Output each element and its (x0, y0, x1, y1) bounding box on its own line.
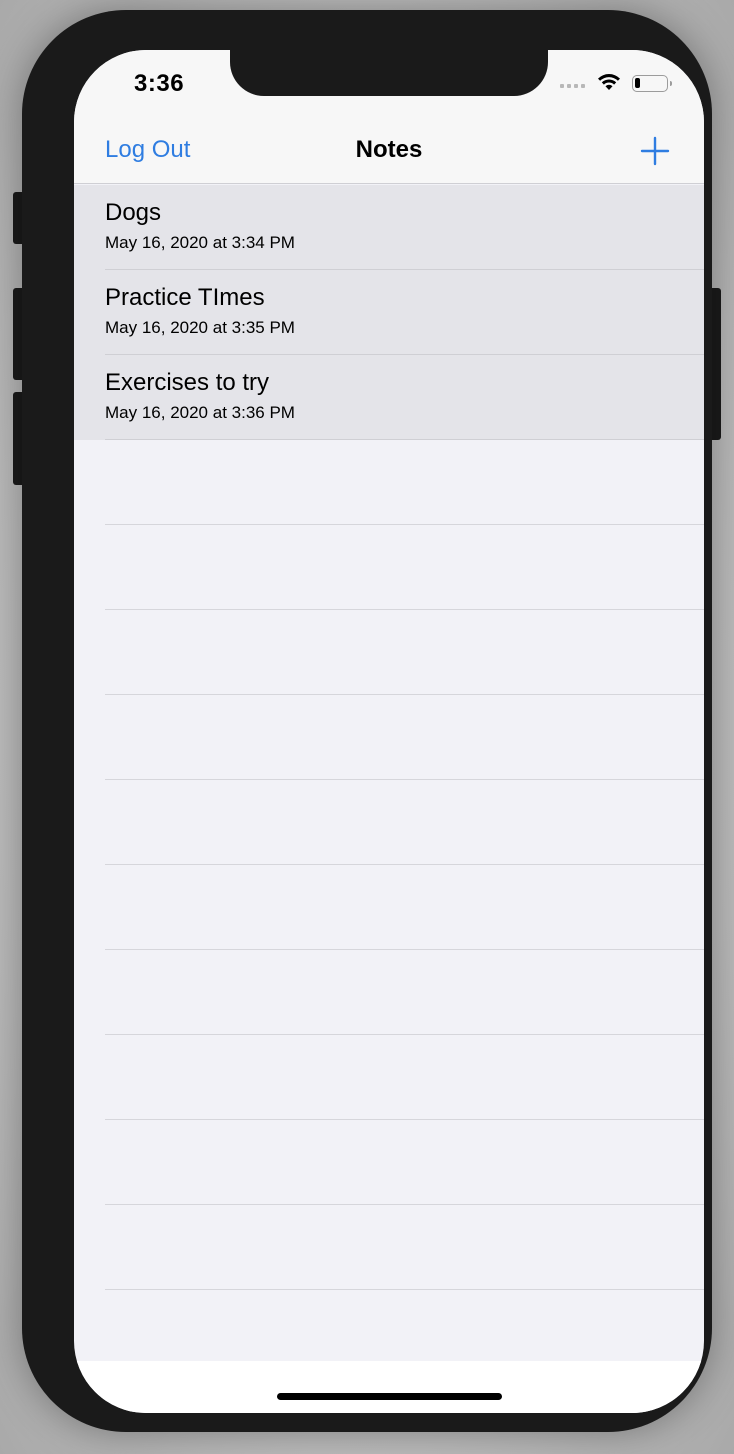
empty-row (74, 610, 704, 695)
empty-row (74, 780, 704, 865)
cellular-signal-icon (560, 80, 586, 88)
wifi-icon (598, 74, 620, 90)
log-out-button[interactable]: Log Out (105, 136, 190, 164)
empty-row (74, 865, 704, 950)
note-row-dogs[interactable]: Dogs May 16, 2020 at 3:34 PM (74, 185, 704, 270)
empty-row (74, 1120, 704, 1205)
status-time: 3:36 (134, 70, 185, 97)
empty-row (74, 440, 704, 525)
empty-row (74, 1035, 704, 1120)
notch (230, 50, 548, 96)
screen: 3:36 Notes Log Out Dogs May 16, 2020 at … (74, 50, 704, 1413)
notes-list: Dogs May 16, 2020 at 3:34 PM Practice TI… (74, 185, 704, 440)
phone-frame: 3:36 Notes Log Out Dogs May 16, 2020 at … (22, 10, 712, 1432)
note-title: Practice TImes (105, 284, 265, 311)
battery-icon (632, 75, 672, 92)
empty-list-rows (74, 440, 704, 1290)
note-date: May 16, 2020 at 3:34 PM (105, 233, 295, 252)
note-date: May 16, 2020 at 3:35 PM (105, 318, 295, 337)
note-title: Dogs (105, 199, 162, 226)
home-indicator-area (74, 1361, 704, 1413)
note-title: Exercises to try (105, 369, 270, 396)
empty-row (74, 695, 704, 780)
home-indicator[interactable] (277, 1393, 502, 1400)
note-row-practice-times[interactable]: Practice TImes May 16, 2020 at 3:35 PM (74, 270, 704, 355)
note-row-exercises[interactable]: Exercises to try May 16, 2020 at 3:36 PM (74, 355, 704, 440)
empty-row (74, 950, 704, 1035)
plus-icon[interactable] (640, 136, 670, 166)
empty-row (74, 1205, 704, 1290)
note-date: May 16, 2020 at 3:36 PM (105, 403, 295, 422)
empty-row (74, 525, 704, 610)
